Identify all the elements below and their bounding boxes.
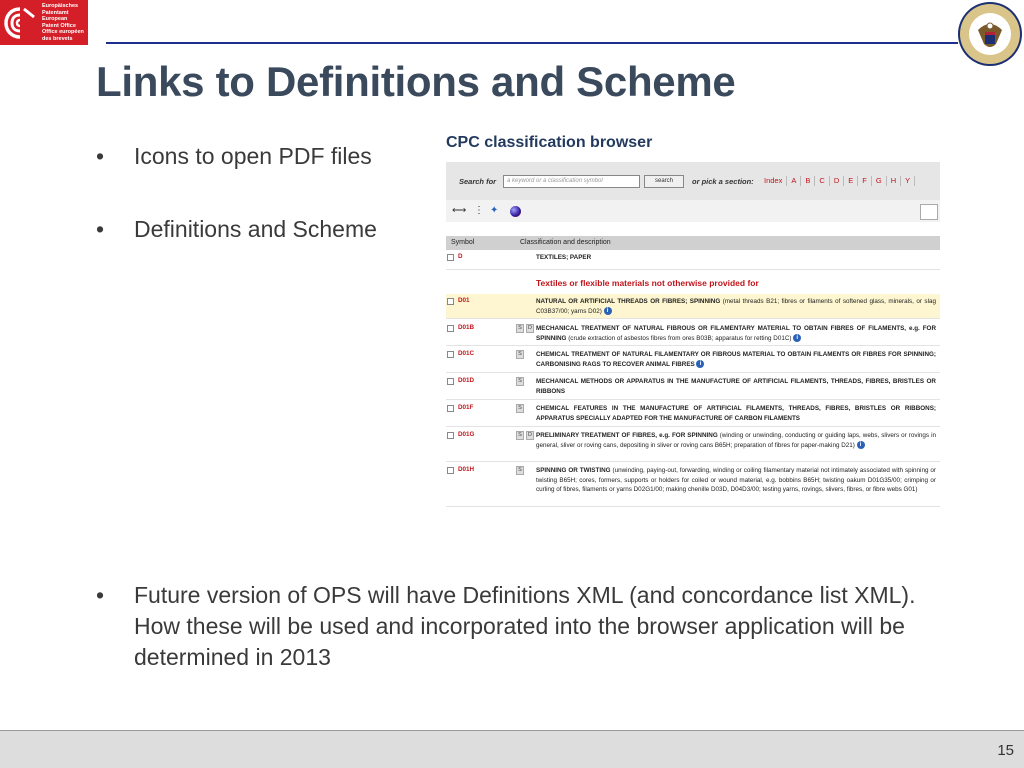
scheme-pdf-icon[interactable]: S xyxy=(516,324,524,333)
section-links: Index A B C D E F G H Y xyxy=(760,176,916,186)
definition-pdf-icon[interactable]: D xyxy=(526,431,534,440)
definition-pdf-icon[interactable]: D xyxy=(526,324,534,333)
column-symbol: Symbol xyxy=(451,239,475,246)
expand-arrows-icon[interactable]: ⟷ xyxy=(452,205,466,216)
table-row[interactable]: D01H S SPINNING OR TWISTING (unwinding, … xyxy=(446,463,940,507)
slide-title: Links to Definitions and Scheme xyxy=(96,58,736,105)
bullet-item: • Icons to open PDF files xyxy=(96,141,426,172)
bullet-dot: • xyxy=(96,582,105,608)
scheme-pdf-icon[interactable]: S xyxy=(516,377,524,386)
row-description: TEXTILES; PAPER xyxy=(536,253,936,263)
search-label: Search for xyxy=(459,177,497,186)
bullet-text: Future version of OPS will have Definiti… xyxy=(134,582,916,670)
uspto-seal-icon xyxy=(956,0,1024,68)
epo-logo-text: Europäisches Patentamt European Patent O… xyxy=(42,3,84,42)
cpc-browser-title: CPC classification browser xyxy=(446,134,653,151)
epo-swirl-icon xyxy=(0,0,40,45)
table-row[interactable]: D TEXTILES; PAPER xyxy=(446,250,940,270)
table-row[interactable]: D01 NATURAL OR ARTIFICIAL THREADS OR FIB… xyxy=(446,294,940,319)
pick-section-label: or pick a section: xyxy=(692,177,754,186)
row-checkbox[interactable] xyxy=(447,378,454,385)
section-link-a[interactable]: A xyxy=(787,176,802,186)
row-description: CHEMICAL TREATMENT OF NATURAL FILAMENTAR… xyxy=(536,350,936,369)
bullet-text: Icons to open PDF files xyxy=(134,143,372,169)
globe-icon[interactable] xyxy=(510,206,521,217)
row-symbol[interactable]: D01H xyxy=(458,466,474,473)
row-checkbox[interactable] xyxy=(447,351,454,358)
section-link-d[interactable]: D xyxy=(830,176,845,186)
colorize-icon[interactable]: ✦ xyxy=(490,205,498,216)
scheme-pdf-icon[interactable]: S xyxy=(516,404,524,413)
row-title: SPINNING OR TWISTING xyxy=(536,467,611,474)
row-title: MECHANICAL METHODS OR APPARATUS IN THE M… xyxy=(536,378,936,395)
bullet-text: Definitions and Scheme xyxy=(134,216,377,242)
row-checkbox[interactable] xyxy=(447,325,454,332)
row-symbol[interactable]: D01G xyxy=(458,431,474,438)
row-description: PRELIMINARY TREATMENT OF FIBRES, e.g. FO… xyxy=(536,431,936,450)
table-row[interactable]: D01F S CHEMICAL FEATURES IN THE MANUFACT… xyxy=(446,401,940,427)
table-row[interactable]: D01G S D PRELIMINARY TREATMENT OF FIBRES… xyxy=(446,428,940,462)
section-link-e[interactable]: E xyxy=(844,176,859,186)
slide-footer: 15 xyxy=(0,730,1024,768)
header-rule xyxy=(106,42,958,44)
section-link-b[interactable]: B xyxy=(801,176,816,186)
section-subheading: Textiles or flexible materials not other… xyxy=(536,278,759,288)
row-description: CHEMICAL FEATURES IN THE MANUFACTURE OF … xyxy=(536,404,936,423)
section-link-y[interactable]: Y xyxy=(901,176,916,186)
info-icon[interactable]: i xyxy=(696,359,705,368)
bullet-item: • Definitions and Scheme xyxy=(96,214,426,245)
row-description: MECHANICAL TREATMENT OF NATURAL FIBROUS … xyxy=(536,324,936,343)
row-checkbox[interactable] xyxy=(447,467,454,474)
row-title: NATURAL OR ARTIFICIAL THREADS OR FIBRES;… xyxy=(536,298,721,305)
row-symbol[interactable]: D01 xyxy=(458,297,470,304)
row-checkbox[interactable] xyxy=(447,254,454,261)
cpc-browser-screenshot: CPC classification browser Search for a … xyxy=(446,132,942,508)
row-title: TEXTILES; PAPER xyxy=(536,254,592,261)
row-symbol[interactable]: D xyxy=(458,253,463,260)
section-link-index[interactable]: Index xyxy=(760,176,788,186)
cpc-search-bar: Search for a keyword or a classification… xyxy=(446,162,940,200)
row-checkbox[interactable] xyxy=(447,298,454,305)
column-description: Classification and description xyxy=(520,239,611,246)
search-input[interactable]: a keyword or a classification symbol xyxy=(503,175,640,188)
epo-logo: Europäisches Patentamt European Patent O… xyxy=(0,0,88,45)
page-number: 15 xyxy=(997,742,1014,759)
table-header: Symbol Classification and description xyxy=(446,236,940,250)
row-description: SPINNING OR TWISTING (unwinding, paying-… xyxy=(536,466,936,495)
search-button[interactable]: search xyxy=(644,175,684,188)
row-note: (crude extraction of asbestos fibres fro… xyxy=(568,334,792,342)
section-link-g[interactable]: G xyxy=(872,176,887,186)
section-link-f[interactable]: F xyxy=(858,176,872,186)
bullet-item: • Future version of OPS will have Defini… xyxy=(96,580,976,676)
row-title: PRELIMINARY TREATMENT OF FIBRES, e.g. FO… xyxy=(536,432,718,439)
bullet-dot: • xyxy=(96,216,105,242)
toolbar-box[interactable] xyxy=(920,204,938,220)
row-checkbox[interactable] xyxy=(447,432,454,439)
row-symbol[interactable]: D01F xyxy=(458,404,473,411)
row-symbol[interactable]: D01D xyxy=(458,377,474,384)
scheme-pdf-icon[interactable]: S xyxy=(516,431,524,440)
table-row[interactable]: D01B S D MECHANICAL TREATMENT OF NATURAL… xyxy=(446,321,940,346)
bullet-dot: • xyxy=(96,143,105,169)
row-checkbox[interactable] xyxy=(447,405,454,412)
row-description: NATURAL OR ARTIFICIAL THREADS OR FIBRES;… xyxy=(536,297,936,316)
row-title: CHEMICAL TREATMENT OF NATURAL FILAMENTAR… xyxy=(536,351,936,368)
info-icon[interactable]: i xyxy=(793,333,802,342)
scheme-pdf-icon[interactable]: S xyxy=(516,350,524,359)
row-description: MECHANICAL METHODS OR APPARATUS IN THE M… xyxy=(536,377,936,396)
section-link-c[interactable]: C xyxy=(815,176,830,186)
row-title: CHEMICAL FEATURES IN THE MANUFACTURE OF … xyxy=(536,405,936,422)
table-row[interactable]: D01D S MECHANICAL METHODS OR APPARATUS I… xyxy=(446,374,940,400)
info-icon[interactable]: i xyxy=(603,306,612,315)
row-symbol[interactable]: D01C xyxy=(458,350,474,357)
row-symbol[interactable]: D01B xyxy=(458,324,474,331)
scheme-pdf-icon[interactable]: S xyxy=(516,466,524,475)
cpc-toolbar: ⟷ ⋮ ✦ xyxy=(446,200,940,222)
table-row[interactable]: D01C S CHEMICAL TREATMENT OF NATURAL FIL… xyxy=(446,347,940,373)
tree-icon[interactable]: ⋮ xyxy=(474,205,484,216)
info-icon[interactable]: i xyxy=(856,440,865,449)
section-link-h[interactable]: H xyxy=(887,176,902,186)
